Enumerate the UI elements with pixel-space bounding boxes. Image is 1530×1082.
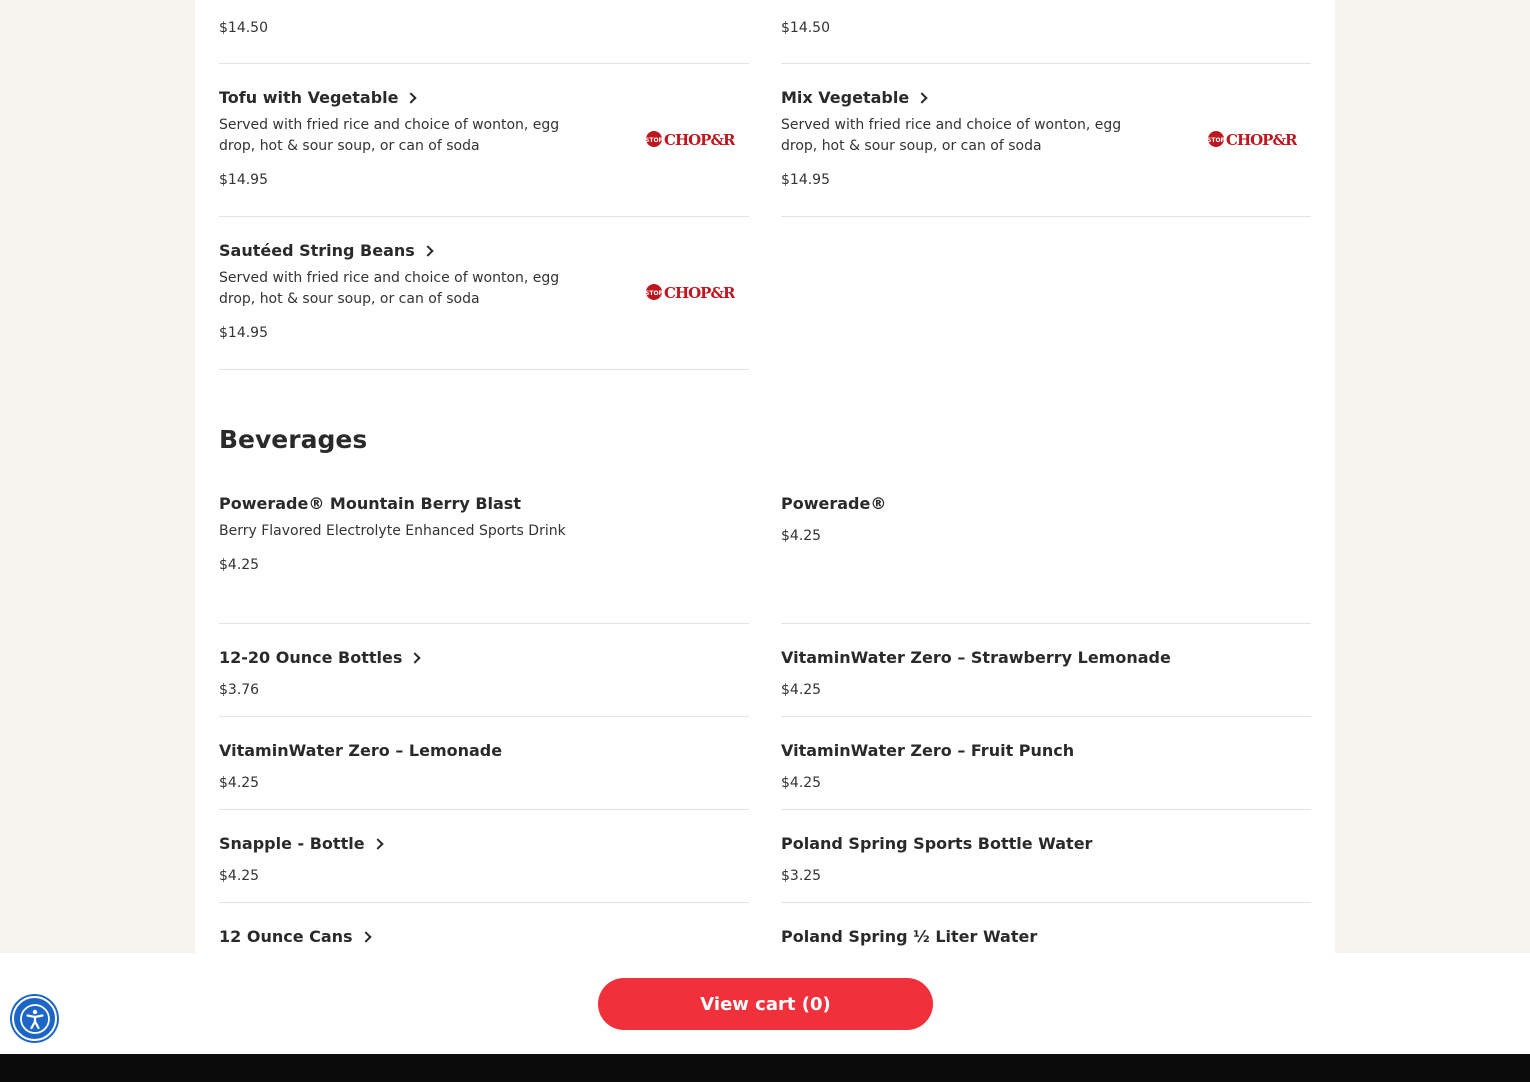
item-name[interactable]: 12 Ounce Cans xyxy=(219,927,372,946)
stop-chop-roll-logo-icon: STOP CHOP&ROLL xyxy=(645,284,735,302)
item-name[interactable]: VitaminWater Zero – Strawberry Lemonade xyxy=(781,648,1171,667)
item-description: Served with fried rice and choice of won… xyxy=(219,270,560,307)
svg-text:CHOP&ROLL: CHOP&ROLL xyxy=(664,284,735,302)
svg-text:CHOP&ROLL: CHOP&ROLL xyxy=(1226,131,1297,149)
menu-item-poland-spring-sports-bottle-water[interactable]: Poland Spring Sports Bottle Water $3.25 xyxy=(781,810,1311,903)
item-name[interactable]: Powerade® xyxy=(781,494,886,513)
menu-item-vitaminwater-zero-strawberry-lemonade[interactable]: VitaminWater Zero – Strawberry Lemonade … xyxy=(781,624,1311,717)
menu-item-vitaminwater-zero-fruit-punch[interactable]: VitaminWater Zero – Fruit Punch $4.25 xyxy=(781,717,1311,810)
item-price: $14.95 xyxy=(219,172,268,188)
svg-text:STOP: STOP xyxy=(645,290,664,297)
accessibility-icon xyxy=(19,1003,50,1034)
bottom-bar xyxy=(0,1054,1530,1082)
chevron-right-icon xyxy=(916,92,928,104)
item-price: $14.50 xyxy=(219,20,268,36)
cart-footer: View cart (0) xyxy=(0,953,1530,1054)
svg-text:CHOP&ROLL: CHOP&ROLL xyxy=(664,131,735,149)
item-price: $4.25 xyxy=(219,557,260,573)
section-title-beverages: Beverages xyxy=(219,425,368,454)
menu-item[interactable]: $14.50 xyxy=(219,0,749,64)
item-name[interactable]: VitaminWater Zero – Lemonade xyxy=(219,741,502,760)
menu-item-vitaminwater-zero-lemonade[interactable]: VitaminWater Zero – Lemonade $4.25 xyxy=(219,717,749,810)
menu-item-12-ounce-cans[interactable]: 12 Ounce Cans xyxy=(219,903,749,953)
item-name[interactable]: Sautéed String Beans xyxy=(219,241,434,260)
menu-item-poland-spring-half-liter-water[interactable]: Poland Spring ½ Liter Water xyxy=(781,903,1311,953)
accessibility-button[interactable] xyxy=(12,996,57,1041)
chevron-right-icon xyxy=(422,245,434,257)
stop-chop-roll-logo-icon: STOP CHOP&ROLL xyxy=(645,131,735,149)
menu-item-12-20-ounce-bottles[interactable]: 12-20 Ounce Bottles $3.76 xyxy=(219,624,749,717)
menu-item-sauteed-string-beans[interactable]: Sautéed String Beans Served with fried r… xyxy=(219,217,749,370)
menu-item-tofu-with-vegetable[interactable]: Tofu with Vegetable Served with fried ri… xyxy=(219,64,749,217)
item-description: Served with fried rice and choice of won… xyxy=(219,117,560,154)
item-name[interactable]: Poland Spring ½ Liter Water xyxy=(781,927,1037,946)
item-price: $14.95 xyxy=(219,325,268,341)
chevron-right-icon xyxy=(409,652,422,664)
item-name[interactable]: 12-20 Ounce Bottles xyxy=(219,648,422,667)
item-name[interactable]: Snapple - Bottle xyxy=(219,834,384,853)
chevron-right-icon xyxy=(371,838,384,850)
menu-page: $14.50 Tofu with Vegetable Served with f… xyxy=(195,0,1335,953)
stop-chop-roll-logo-icon: STOP CHOP&ROLL xyxy=(1207,131,1297,149)
menu-item-powerade-mountain-berry-blast[interactable]: Powerade® Mountain Berry Blast Berry Fla… xyxy=(219,470,749,624)
item-description: Served with fried rice and choice of won… xyxy=(781,117,1122,154)
item-price: $14.95 xyxy=(781,172,830,188)
svg-text:STOP: STOP xyxy=(645,137,664,144)
chevron-right-icon xyxy=(359,931,372,943)
menu-item[interactable]: $14.50 xyxy=(781,0,1311,64)
item-price: $4.25 xyxy=(781,682,822,698)
item-price: $4.25 xyxy=(219,868,260,884)
item-price: $4.25 xyxy=(781,528,822,544)
item-price: $4.25 xyxy=(781,775,822,791)
item-price: $4.25 xyxy=(219,775,260,791)
view-cart-button[interactable]: View cart (0) xyxy=(598,978,933,1030)
item-description: Berry Flavored Electrolyte Enhanced Spor… xyxy=(219,523,566,539)
menu-item-mix-vegetable[interactable]: Mix Vegetable Served with fried rice and… xyxy=(781,64,1311,217)
menu-item-powerade[interactable]: Powerade® $4.25 xyxy=(781,470,1311,624)
item-name[interactable]: Poland Spring Sports Bottle Water xyxy=(781,834,1092,853)
item-name[interactable]: Mix Vegetable xyxy=(781,88,928,107)
item-price: $14.50 xyxy=(781,20,830,36)
item-name[interactable]: Powerade® Mountain Berry Blast xyxy=(219,494,521,513)
item-name[interactable]: VitaminWater Zero – Fruit Punch xyxy=(781,741,1074,760)
item-price: $3.25 xyxy=(781,868,822,884)
menu-item-snapple-bottle[interactable]: Snapple - Bottle $4.25 xyxy=(219,810,749,903)
item-name[interactable]: Tofu with Vegetable xyxy=(219,88,418,107)
svg-text:STOP: STOP xyxy=(1207,137,1226,144)
item-price: $3.76 xyxy=(219,682,260,698)
chevron-right-icon xyxy=(405,92,418,104)
